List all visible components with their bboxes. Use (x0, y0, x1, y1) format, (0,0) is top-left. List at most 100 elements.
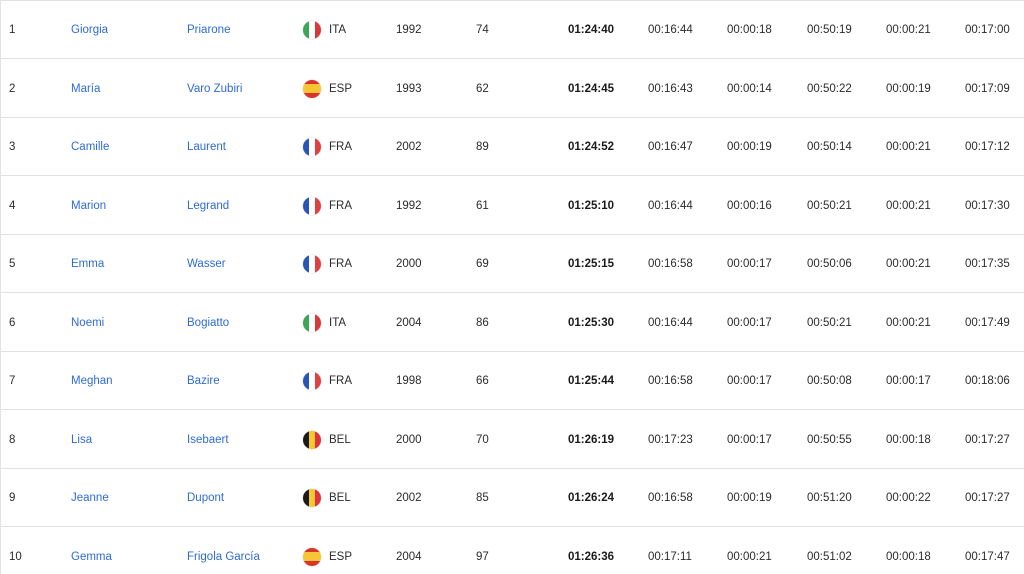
table-row: 7 Meghan Bazire FRA 1998 66 01:25:44 00:16:58 00… (1, 352, 1024, 410)
first-name-link[interactable]: Noemi (71, 294, 104, 352)
run-time: 00:17:12 (965, 141, 1010, 153)
total-time: 01:24:52 (568, 141, 615, 153)
flag-cell (303, 547, 321, 566)
rank-cell: 10 (9, 550, 22, 563)
run-time: 00:17:27 (965, 433, 1010, 446)
last-name-link[interactable]: Wasser (187, 235, 226, 293)
transition-1-time: 00:00:18 (727, 24, 772, 36)
transition-1-time: 00:00:17 (727, 258, 772, 270)
table-row: 9 Jeanne Dupont BEL 2002 85 01:26:24 00:16:58 00… (1, 469, 1024, 527)
first-name-link[interactable]: Camille (71, 118, 109, 176)
last-name-link[interactable]: Priarone (187, 1, 230, 59)
last-name-link[interactable]: Varo Zubiri (187, 60, 242, 118)
flag-cell (303, 21, 321, 39)
total-time: 01:24:40 (568, 24, 615, 36)
nationality-code: ESP (329, 82, 353, 95)
transition-2-time: 00:00:18 (886, 433, 931, 446)
last-name-link[interactable]: Frigola García (187, 528, 260, 574)
run-time: 00:17:47 (965, 550, 1010, 563)
table-row: 6 Noemi Bogiatto ITA 2004 86 01:25:30 00:16:44 0… (1, 294, 1024, 352)
spain-flag-icon (303, 547, 321, 566)
swim-time: 00:17:23 (648, 433, 693, 446)
nationality-code: BEL (329, 492, 351, 504)
transition-2-time: 00:00:21 (886, 24, 931, 36)
bib-number: 69 (476, 258, 489, 270)
table-row: 2 María Varo Zubiri ESP 1993 62 01:24:45 00:16:… (1, 60, 1024, 118)
swim-time: 00:16:58 (648, 492, 693, 504)
first-name-link[interactable]: Giorgia (71, 1, 108, 59)
bike-time: 00:50:21 (807, 316, 852, 329)
bike-time: 00:50:14 (807, 141, 852, 153)
rank-cell: 3 (9, 141, 16, 153)
total-time: 01:25:30 (568, 316, 615, 329)
flag-cell (303, 255, 321, 273)
table-row: 4 Marion Legrand FRA 1992 61 01:25:10 00:16:44 0… (1, 177, 1024, 235)
belgium-flag-icon (303, 489, 321, 507)
bike-time: 00:50:19 (807, 24, 852, 36)
flag-cell (303, 313, 321, 332)
belgium-flag-icon (303, 430, 321, 449)
rank-cell: 9 (9, 492, 16, 504)
birth-year: 2004 (396, 550, 422, 563)
first-name-link[interactable]: Jeanne (71, 469, 109, 527)
run-time: 00:17:00 (965, 24, 1010, 36)
transition-1-time: 00:00:16 (727, 199, 772, 212)
first-name-link[interactable]: María (71, 60, 100, 118)
first-name-link[interactable]: Lisa (71, 411, 92, 469)
france-flag-icon (303, 255, 321, 273)
transition-1-time: 00:00:19 (727, 492, 772, 504)
last-name-link[interactable]: Isebaert (187, 411, 229, 469)
first-name-link[interactable]: Gemma (71, 528, 112, 574)
birth-year: 1998 (396, 375, 422, 387)
last-name-link[interactable]: Dupont (187, 469, 224, 527)
last-name-link[interactable]: Legrand (187, 177, 229, 235)
total-time: 01:26:36 (568, 550, 615, 563)
nationality-code: FRA (329, 375, 352, 387)
rank-cell: 6 (9, 316, 16, 329)
nationality-code: ITA (329, 24, 347, 36)
transition-2-time: 00:00:21 (886, 141, 931, 153)
swim-time: 00:17:11 (648, 550, 692, 563)
bike-time: 00:51:20 (807, 492, 852, 504)
first-name-link[interactable]: Meghan (71, 352, 113, 410)
bib-number: 97 (476, 550, 489, 563)
france-flag-icon (303, 372, 321, 390)
table-row: 5 Emma Wasser FRA 2000 69 01:25:15 00:16:58 00:0… (1, 235, 1024, 293)
bib-number: 61 (476, 199, 489, 212)
run-time: 00:17:09 (965, 82, 1010, 95)
total-time: 01:26:19 (568, 433, 615, 446)
total-time: 01:25:15 (568, 258, 615, 270)
flag-cell (303, 372, 321, 390)
run-time: 00:18:06 (965, 375, 1010, 387)
swim-time: 00:16:47 (648, 141, 693, 153)
transition-1-time: 00:00:19 (727, 141, 772, 153)
run-time: 00:17:49 (965, 316, 1010, 329)
table-row: 3 Camille Laurent FRA 2002 89 01:24:52 00:16:47… (1, 118, 1024, 176)
run-time: 00:17:30 (965, 199, 1010, 212)
rank-cell: 8 (9, 433, 16, 446)
bib-number: 86 (476, 316, 489, 329)
run-time: 00:17:35 (965, 258, 1010, 270)
nationality-code: ITA (329, 316, 347, 329)
flag-cell (303, 196, 321, 215)
total-time: 01:25:44 (568, 375, 615, 387)
nationality-code: ESP (329, 550, 353, 563)
first-name-link[interactable]: Marion (71, 177, 106, 235)
results-table: 1 Giorgia Priarone ITA 1992 74 01:24:40 00:16:4… (0, 0, 1024, 574)
swim-time: 00:16:44 (648, 199, 693, 212)
transition-1-time: 00:00:17 (727, 316, 772, 329)
birth-year: 2004 (396, 316, 422, 329)
bike-time: 00:50:22 (807, 82, 852, 95)
flag-cell (303, 430, 321, 449)
table-row: 10 Gemma Frigola García ESP 2004 97 01:26:36 00… (1, 528, 1024, 574)
birth-year: 2002 (396, 492, 422, 504)
transition-2-time: 00:00:21 (886, 199, 931, 212)
last-name-link[interactable]: Bogiatto (187, 294, 229, 352)
total-time: 01:24:45 (568, 82, 615, 95)
last-name-link[interactable]: Laurent (187, 118, 226, 176)
transition-2-time: 00:00:21 (886, 316, 931, 329)
birth-year: 2000 (396, 258, 422, 270)
flag-cell (303, 489, 321, 507)
last-name-link[interactable]: Bazire (187, 352, 220, 410)
first-name-link[interactable]: Emma (71, 235, 104, 293)
